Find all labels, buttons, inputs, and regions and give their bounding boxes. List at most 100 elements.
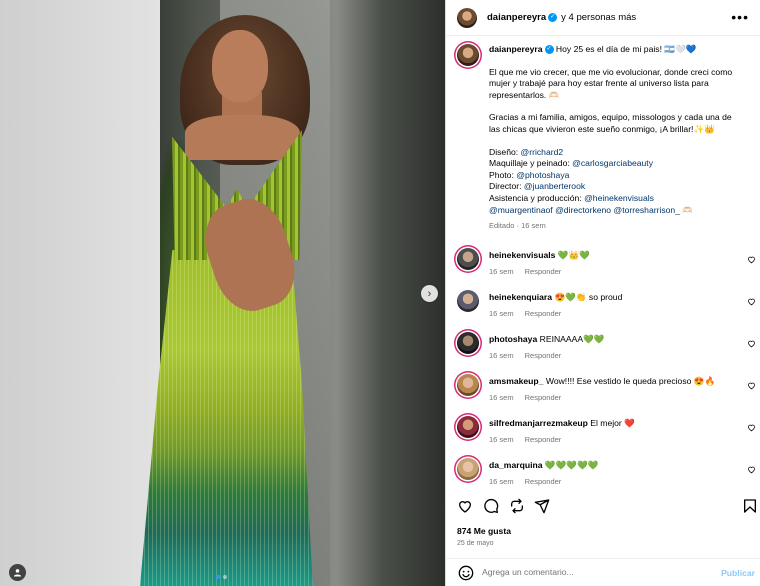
next-slide-button[interactable]: › <box>421 285 438 302</box>
media-background <box>0 0 160 586</box>
comment-item: heinekenvisuals 💚👑💚 16 sem Responder <box>457 248 757 288</box>
carousel-dot-1 <box>216 575 220 579</box>
heart-icon[interactable] <box>747 297 756 306</box>
post-actions <box>446 492 760 520</box>
commenter-username[interactable]: amsmakeup_ <box>489 376 543 386</box>
caption-credits: Diseño: @rrichard2 Maquillaje y peinado:… <box>489 147 744 217</box>
comment-time[interactable]: 16 sem <box>489 351 514 360</box>
credit-label: Asistencia y producción: <box>489 192 582 203</box>
caption-avatar[interactable] <box>457 44 479 66</box>
bookmark-icon[interactable] <box>742 498 758 514</box>
post-header: daianpereyra ✓ y 4 personas más ••• <box>446 0 760 36</box>
credit-handle[interactable]: @muargentinaof <box>489 205 553 215</box>
comment-icon[interactable] <box>483 498 499 514</box>
caption-line1: Hoy 25 es el día de mi pais! 🇦🇷🤍💙 <box>555 44 697 54</box>
credit-line: @muargentinaof @directorkeno @torresharr… <box>489 205 744 217</box>
caption-paragraph-3: Gracias a mi familia, amigos, equipo, mi… <box>489 112 732 134</box>
comment-body: 💚💚💚💚💚 <box>544 460 599 470</box>
heart-icon[interactable] <box>747 381 756 390</box>
caption-username[interactable]: daianpereyra <box>489 44 543 54</box>
tagged-people-button[interactable] <box>9 564 26 581</box>
credit-emoji: 🫶🏻 <box>680 204 694 215</box>
post-media[interactable]: › <box>0 0 445 586</box>
heart-icon[interactable] <box>747 255 756 264</box>
heart-icon[interactable] <box>747 339 756 348</box>
comment-meta: 16 sem Responder <box>489 435 561 444</box>
caption-body: daianpereyra ✓ Hoy 25 es el día de mi pai… <box>489 44 744 232</box>
commenter-avatar[interactable] <box>457 416 479 438</box>
verified-badge-icon: ✓ <box>548 13 558 22</box>
verified-badge-icon: ✓ <box>544 45 554 55</box>
post-comment-button[interactable]: Publicar <box>721 568 755 578</box>
credit-line: Photo: @photoshaya <box>489 170 744 182</box>
more-horizontal-icon[interactable]: ••• <box>731 10 749 24</box>
reply-button[interactable]: Responder <box>525 351 562 360</box>
carousel-dot-2 <box>223 575 227 579</box>
comment-input[interactable] <box>482 567 682 577</box>
commenter-username[interactable]: heinekenquiara <box>489 292 552 302</box>
comment-text: heinekenvisuals 💚👑💚 <box>489 250 734 261</box>
reply-button[interactable]: Responder <box>525 477 562 486</box>
comment-time[interactable]: 16 sem <box>489 267 514 276</box>
comment-body: REINAAAA💚💚 <box>539 334 605 344</box>
comment-body: 😍💚👏 so proud <box>554 292 623 302</box>
comment-text: photoshaya REINAAAA💚💚 <box>489 334 734 345</box>
credit-handle[interactable]: @juanberterook <box>524 181 585 191</box>
commenter-username[interactable]: silfredmanjarrezmakeup <box>489 418 588 428</box>
like-count[interactable]: 874 Me gusta <box>457 526 511 536</box>
comment-time[interactable]: 16 sem <box>489 393 514 402</box>
comment-item: amsmakeup_ Wow!!!! Ese vestido le queda … <box>457 374 757 414</box>
credit-handle[interactable]: @heinekenvisuals <box>584 193 654 203</box>
comment-time[interactable]: 16 sem <box>489 477 514 486</box>
commenter-avatar[interactable] <box>457 374 479 396</box>
credit-label: Diseño: <box>489 146 519 157</box>
credit-line: Maquillaje y peinado: @carlosgarciabeaut… <box>489 158 744 170</box>
credit-handle[interactable]: @rrichard2 <box>521 147 564 157</box>
commenter-username[interactable]: da_marquina <box>489 460 543 470</box>
credit-line: Diseño: @rrichard2 <box>489 147 744 159</box>
user-tag-icon <box>13 569 22 577</box>
author-avatar[interactable] <box>457 7 477 28</box>
reply-button[interactable]: Responder <box>525 393 562 402</box>
comment-item: silfredmanjarrezmakeup El mejor ❤️ 16 se… <box>457 416 757 456</box>
commenter-username[interactable]: heinekenvisuals <box>489 250 555 260</box>
credit-handle[interactable]: @directorkeno <box>555 205 611 215</box>
credit-handle[interactable]: @carlosgarciabeauty <box>572 158 653 168</box>
comment-meta: 16 sem Responder <box>489 393 561 402</box>
caption-meta: Editado · 16 sem <box>489 221 546 231</box>
add-comment-bar: Publicar <box>446 558 760 586</box>
heart-icon[interactable] <box>747 423 756 432</box>
credit-line: Asistencia y producción: @heinekenvisual… <box>489 193 744 205</box>
comment-meta: 16 sem Responder <box>489 309 561 318</box>
comment-text: da_marquina 💚💚💚💚💚 <box>489 460 734 471</box>
repost-icon[interactable] <box>509 498 525 514</box>
author-username[interactable]: daianpereyra <box>487 12 546 23</box>
commenter-avatar[interactable] <box>457 458 479 480</box>
post-caption: daianpereyra ✓ Hoy 25 es el día de mi pai… <box>457 44 757 232</box>
emoji-icon[interactable] <box>458 565 474 581</box>
comment-meta: 16 sem Responder <box>489 267 561 276</box>
collaborators-link[interactable]: y 4 personas más <box>561 12 636 23</box>
comment-time[interactable]: 16 sem <box>489 309 514 318</box>
credit-handle[interactable]: @photoshaya <box>516 170 569 180</box>
commenter-avatar[interactable] <box>457 290 479 312</box>
credit-label: Director: <box>489 181 522 192</box>
comment-body: 💚👑💚 <box>557 250 590 260</box>
post-date[interactable]: 25 de mayo <box>457 540 494 547</box>
share-icon[interactable] <box>534 498 550 514</box>
caption-paragraph-2: El que me vio crecer, que me vio evoluci… <box>489 66 733 100</box>
heart-icon[interactable] <box>747 465 756 474</box>
comment-body: Wow!!!! Ese vestido le queda precioso 😍🔥 <box>545 376 716 386</box>
reply-button[interactable]: Responder <box>525 267 562 276</box>
comment-time[interactable]: 16 sem <box>489 435 514 444</box>
reply-button[interactable]: Responder <box>525 309 562 318</box>
credit-label: Photo: <box>489 169 514 180</box>
heart-icon[interactable] <box>457 498 473 514</box>
commenter-username[interactable]: photoshaya <box>489 334 537 344</box>
credit-handle[interactable]: @torresharrison_ <box>613 205 680 215</box>
commenter-avatar[interactable] <box>457 332 479 354</box>
comment-item: photoshaya REINAAAA💚💚 16 sem Responder <box>457 332 757 372</box>
commenter-avatar[interactable] <box>457 248 479 270</box>
reply-button[interactable]: Responder <box>525 435 562 444</box>
model-shoulders <box>185 115 300 160</box>
